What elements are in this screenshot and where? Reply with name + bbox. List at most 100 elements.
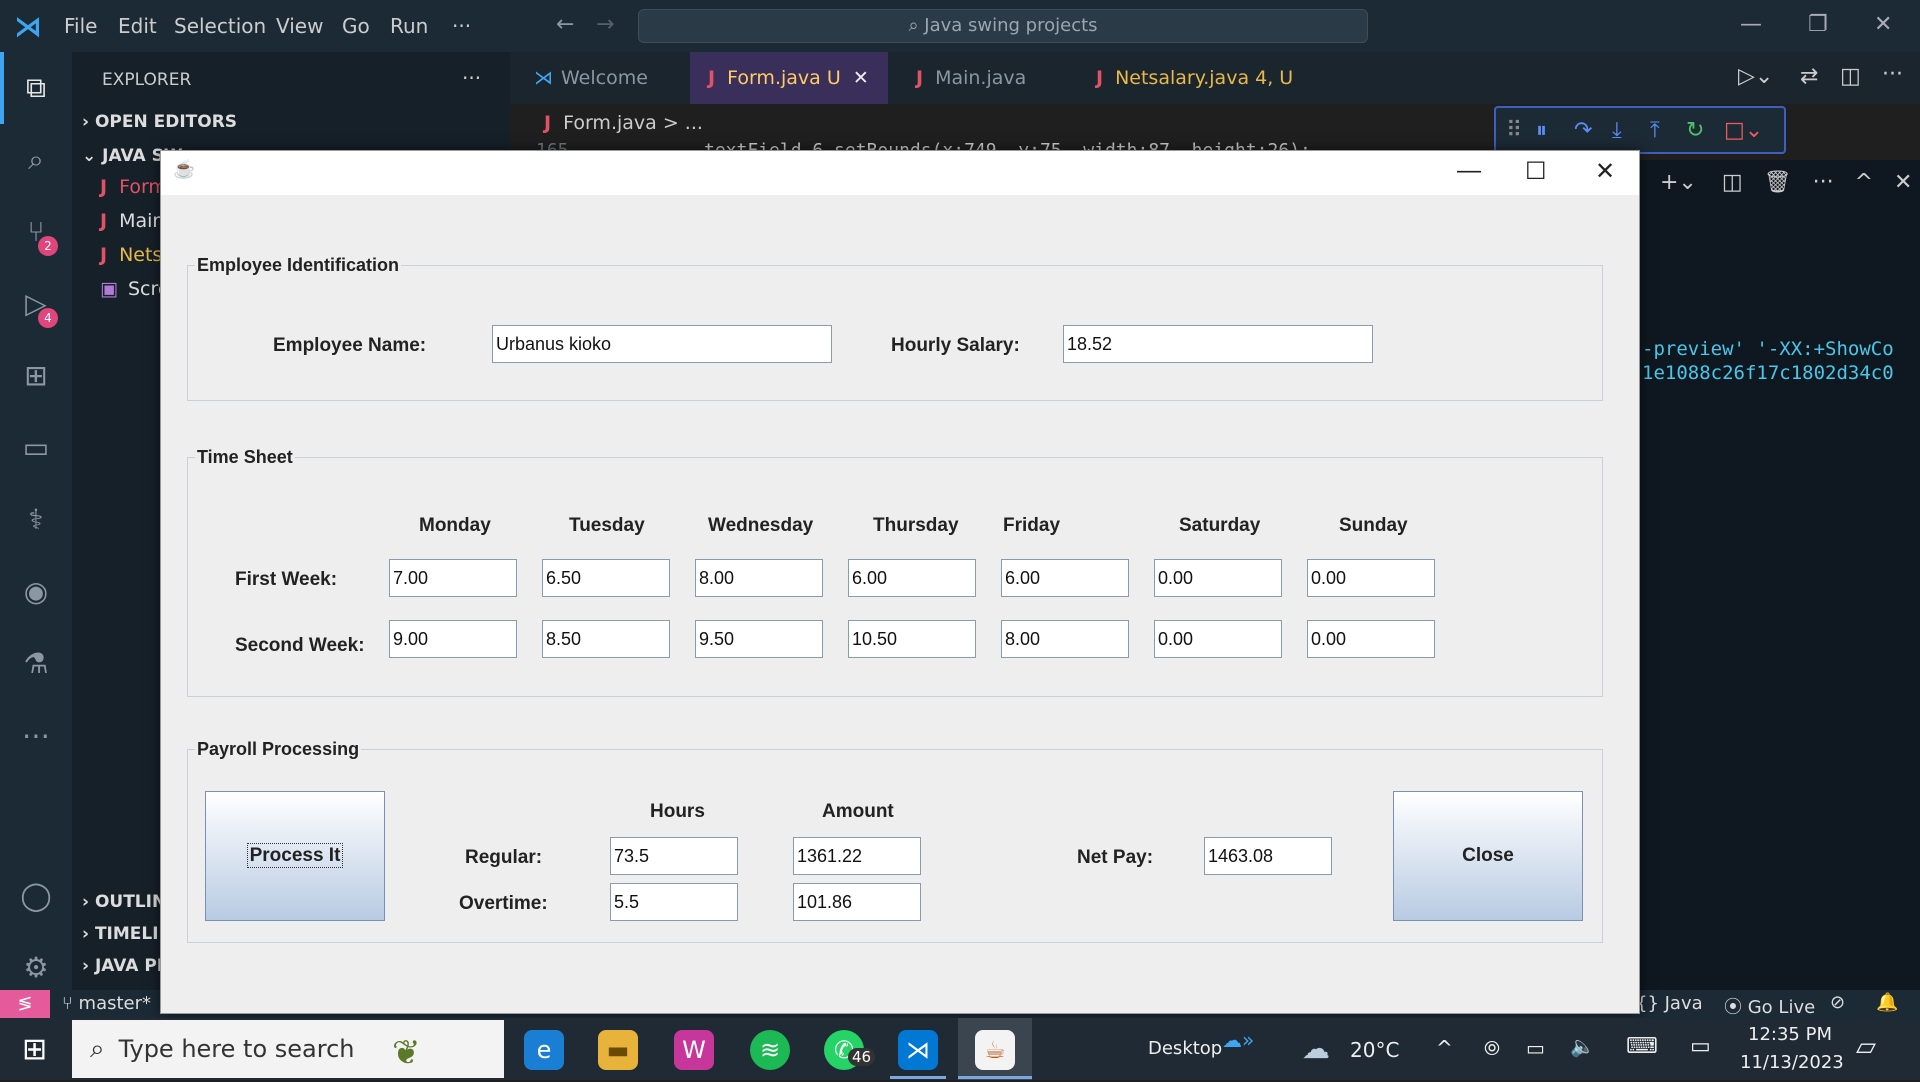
tab-close-icon[interactable]: ✕	[853, 67, 869, 89]
remote-icon[interactable]: ≶	[0, 990, 50, 1018]
menu-edit[interactable]: Edit	[118, 14, 157, 38]
second-week-friday-field[interactable]: 8.00	[1001, 620, 1129, 658]
second-week-saturday-field[interactable]: 0.00	[1154, 620, 1282, 658]
step-out-icon[interactable]: ⤒	[1650, 118, 1660, 143]
network-icon[interactable]: ⦾	[1484, 1036, 1500, 1060]
breadcrumb[interactable]: J Form.java > ...	[544, 112, 703, 134]
second-week-wednesday-field[interactable]: 9.50	[695, 620, 823, 658]
regular-amount-field[interactable]: 1361.22	[793, 837, 921, 875]
first-week-sunday-field[interactable]: 0.00	[1307, 559, 1435, 597]
battery-icon[interactable]: ▭	[1526, 1036, 1545, 1060]
python-icon[interactable]: ⚕	[18, 502, 54, 538]
tab-main-java[interactable]: J Main.java	[904, 52, 1064, 104]
volume-icon[interactable]: 🔈	[1570, 1034, 1595, 1058]
overtime-amount-field[interactable]: 101.86	[793, 883, 921, 921]
overtime-hours-field[interactable]: 5.5	[610, 883, 738, 921]
test-icon[interactable]: ⚗	[18, 646, 54, 682]
back-arrow-icon[interactable]: ←	[556, 12, 574, 37]
first-week-saturday-field[interactable]: 0.00	[1154, 559, 1282, 597]
windows-start-icon[interactable]: ⊞	[22, 1032, 47, 1067]
trash-icon[interactable]: 🗑	[1764, 170, 1792, 195]
tray-chevron-icon[interactable]: ^	[1436, 1036, 1453, 1060]
keyboard-icon[interactable]: ⌨	[1626, 1034, 1658, 1059]
remote-explorer-icon[interactable]: ▭	[18, 430, 54, 466]
restore-icon[interactable]: ❐	[1808, 12, 1828, 37]
tab-netsalary-java[interactable]: J Netsalary.java 4, U	[1084, 52, 1324, 104]
menu-more[interactable]: ···	[452, 14, 471, 38]
terminal-more-icon[interactable]: ···	[1813, 170, 1834, 195]
java-projects-section[interactable]: › JAVA PI	[82, 956, 163, 976]
split-terminal-icon[interactable]: ◫	[1722, 170, 1743, 195]
pause-icon[interactable]: ⏸	[1536, 118, 1547, 143]
run-icon[interactable]: ▷⌄	[1738, 64, 1773, 89]
explorer-icon[interactable]: ⧉	[18, 70, 54, 106]
timeline-section[interactable]: › TIMELI	[82, 924, 159, 944]
more-views-icon[interactable]: ⋯	[18, 718, 54, 754]
file-form[interactable]: J Form	[100, 176, 167, 198]
menu-view[interactable]: View	[276, 14, 323, 38]
hourly-salary-field[interactable]: 18.52	[1063, 325, 1373, 363]
stop-icon[interactable]: □⌄	[1724, 118, 1763, 143]
clock-time[interactable]: 12:35 PM	[1748, 1024, 1832, 1045]
window-close-icon[interactable]: ✕	[1595, 157, 1615, 186]
second-week-sunday-field[interactable]: 0.00	[1307, 620, 1435, 658]
outline-section[interactable]: › OUTLIN	[82, 892, 166, 912]
language-mode[interactable]: {} Java	[1636, 993, 1703, 1014]
taskbar-search-box[interactable]: ⌕ Type here to search ❦	[72, 1020, 504, 1078]
regular-hours-field[interactable]: 73.5	[610, 837, 738, 875]
net-pay-field[interactable]: 1463.08	[1204, 837, 1332, 875]
extensions-icon[interactable]: ⊞	[18, 358, 54, 394]
weather-cloud-icon[interactable]: ☁	[1302, 1032, 1330, 1065]
menu-selection[interactable]: Selection	[174, 14, 266, 38]
wps-office-icon[interactable]: W	[674, 1030, 714, 1070]
explorer-more-icon[interactable]: ···	[462, 66, 481, 90]
spotify-icon[interactable]: ≋	[750, 1030, 790, 1070]
first-week-friday-field[interactable]: 6.00	[1001, 559, 1129, 597]
step-over-icon[interactable]: ↷	[1574, 118, 1592, 143]
command-center[interactable]: ⌕ Java swing projects	[638, 9, 1368, 43]
close-panel-icon[interactable]: ✕	[1894, 170, 1912, 195]
menu-run[interactable]: Run	[390, 14, 428, 38]
close-button[interactable]: Close	[1393, 791, 1583, 921]
weather-temperature[interactable]: 20°C	[1350, 1038, 1399, 1062]
file-main[interactable]: J Main	[100, 210, 164, 232]
first-week-tuesday-field[interactable]: 6.50	[542, 559, 670, 597]
desktop-toolbar-label[interactable]: Desktop	[1148, 1038, 1222, 1059]
second-week-tuesday-field[interactable]: 8.50	[542, 620, 670, 658]
forward-arrow-icon[interactable]: →	[596, 12, 614, 37]
file-netsalary[interactable]: J Nets	[100, 244, 162, 266]
display-icon[interactable]: ▭	[1690, 1034, 1711, 1059]
second-week-thursday-field[interactable]: 10.50	[848, 620, 976, 658]
menu-go[interactable]: Go	[342, 14, 370, 38]
search-icon[interactable]: ⌕	[18, 142, 54, 178]
edge-browser-icon[interactable]: e	[524, 1030, 564, 1070]
process-it-button[interactable]: Process It	[205, 791, 385, 921]
go-live-button[interactable]: ⦿ Go Live	[1724, 993, 1815, 1019]
editor-more-icon[interactable]: ···	[1882, 62, 1903, 87]
notifications-bell-icon[interactable]: 🔔	[1876, 992, 1898, 1013]
first-week-thursday-field[interactable]: 6.00	[848, 559, 976, 597]
vscode-taskbar-icon[interactable]: ⋊	[898, 1030, 938, 1070]
close-icon[interactable]: ✕	[1874, 12, 1892, 37]
account-icon[interactable]: ◯	[18, 878, 54, 914]
file-explorer-icon[interactable]: ▬	[598, 1030, 638, 1070]
open-editors-section[interactable]: › OPEN EDITORS	[82, 112, 237, 132]
branch-status[interactable]: ⑂ master*	[62, 993, 151, 1014]
tab-form-java[interactable]: J Form.java U ✕	[690, 52, 888, 104]
menu-file[interactable]: File	[64, 14, 97, 38]
compare-icon[interactable]: ⇄	[1800, 64, 1818, 89]
clock-date[interactable]: 11/13/2023	[1740, 1052, 1844, 1073]
minimize-icon[interactable]: —	[1740, 12, 1762, 37]
tab-welcome[interactable]: ⋊ Welcome	[520, 52, 700, 104]
gitlens-icon[interactable]: ◉	[18, 574, 54, 610]
maximize-panel-icon[interactable]: ^	[1855, 170, 1873, 195]
java-app-taskbar-slot[interactable]: ☕	[958, 1018, 1032, 1080]
settings-gear-icon[interactable]: ⚙	[18, 950, 54, 986]
onedrive-icon[interactable]: ☁»	[1222, 1028, 1254, 1052]
first-week-monday-field[interactable]: 7.00	[389, 559, 517, 597]
no-copilot-icon[interactable]: ⊘	[1830, 992, 1845, 1013]
second-week-monday-field[interactable]: 9.00	[389, 620, 517, 658]
restart-icon[interactable]: ↻	[1686, 118, 1704, 143]
drag-handle-icon[interactable]: ⠿	[1506, 118, 1522, 143]
split-editor-icon[interactable]: ◫	[1840, 64, 1861, 89]
